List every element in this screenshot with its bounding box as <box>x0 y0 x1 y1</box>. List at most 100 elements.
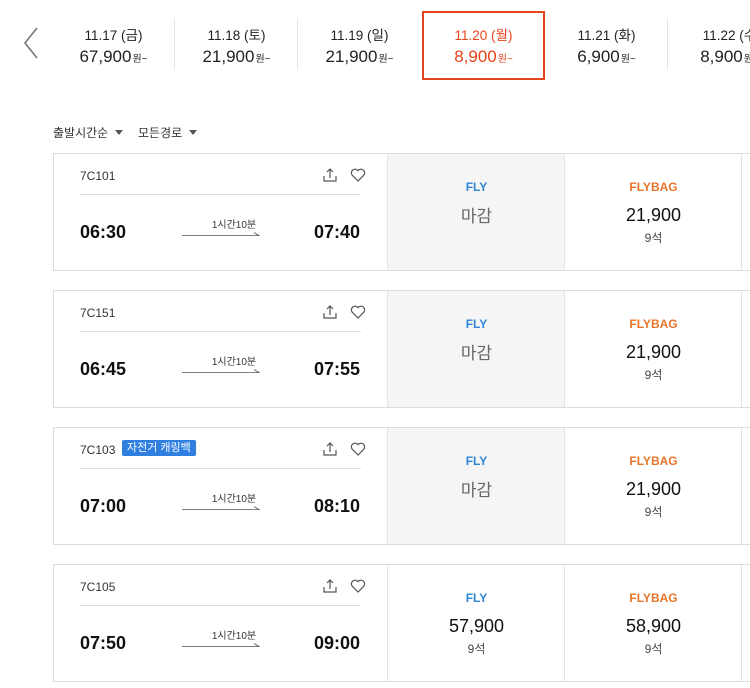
share-icon[interactable] <box>322 304 338 320</box>
fare-price: 57,900 <box>448 616 505 636</box>
flight-card: 7C103 자전거 캐링백 07:00 1시간10분 08:10 FLY 마감 … <box>53 427 750 545</box>
fare-fly: FLY 마감 <box>387 154 565 270</box>
date-tab-1117[interactable]: 11.17 (금) 67,900원~ <box>52 0 175 90</box>
date-label: 11.17 (금) <box>84 28 143 43</box>
arrival-time: 07:55 <box>314 359 361 379</box>
flight-number: 7C101 <box>80 169 116 183</box>
date-tab-1122[interactable]: 11.22 (수 8,900원~ <box>668 0 750 90</box>
fare-name: FLYBAG <box>629 317 678 331</box>
flight-info: 7C101 06:30 1시간10분 07:40 <box>54 154 387 270</box>
flight-info: 7C151 06:45 1시간10분 07:55 <box>54 291 387 407</box>
date-price: 8,900원~ <box>454 47 513 66</box>
date-tab-1120-selected[interactable]: 11.20 (월) 8,900원~ <box>422 11 545 80</box>
flight-number: 7C151 <box>80 306 116 320</box>
bicycle-carrying-bag-badge: 자전거 캐링백 <box>122 440 196 456</box>
caret-down-icon <box>115 130 124 135</box>
fare-price: 21,900 <box>625 479 682 499</box>
flight-info: 7C103 자전거 캐링백 07:00 1시간10분 08:10 <box>54 428 387 544</box>
fare-price: 21,900 <box>625 342 682 362</box>
fare-name: FLY <box>465 454 488 468</box>
fare-flybag[interactable]: FLYBAG 21,900 9석 <box>564 428 742 544</box>
fare-seats: 9석 <box>644 368 663 382</box>
sort-order-label: 출발시간순 <box>53 126 109 140</box>
arrow-right-icon <box>182 232 260 236</box>
route-filter-dropdown[interactable]: 모든경로 <box>138 124 198 141</box>
fare-flybag[interactable]: FLYBAG 21,900 9석 <box>564 291 742 407</box>
departure-time: 07:00 <box>80 496 127 516</box>
divider <box>80 331 361 332</box>
fare-closed-status: 마감 <box>460 344 493 363</box>
share-icon[interactable] <box>322 167 338 183</box>
departure-time: 06:30 <box>80 222 127 242</box>
divider <box>80 605 361 606</box>
divider <box>80 194 361 195</box>
arrow-right-icon <box>182 369 260 373</box>
fare-seats: 9석 <box>644 642 663 656</box>
flight-number: 7C105 <box>80 580 116 594</box>
fare-closed-status: 마감 <box>460 481 493 500</box>
flight-card: 7C101 06:30 1시간10분 07:40 FLY 마감 FLYBAG 2… <box>53 153 750 271</box>
arrow-right-icon <box>182 643 260 647</box>
fare-fly[interactable]: FLY 57,900 9석 <box>387 565 565 681</box>
fare-next-column <box>741 154 750 270</box>
chevron-left-icon[interactable] <box>22 26 40 60</box>
fare-price: 21,900 <box>625 205 682 225</box>
date-tab-1119[interactable]: 11.19 (일) 21,900원~ <box>298 0 421 90</box>
flight-duration: 1시간10분 <box>211 357 257 368</box>
fare-seats: 9석 <box>644 505 663 519</box>
sort-order-dropdown[interactable]: 출발시간순 <box>53 124 124 141</box>
departure-time: 07:50 <box>80 633 127 653</box>
flight-number: 7C103 <box>80 443 116 457</box>
date-label: 11.21 (화) <box>577 28 636 43</box>
fare-fly: FLY 마감 <box>387 291 565 407</box>
flight-duration: 1시간10분 <box>211 494 257 505</box>
fare-flybag[interactable]: FLYBAG 21,900 9석 <box>564 154 742 270</box>
date-tab-1118[interactable]: 11.18 (토) 21,900원~ <box>175 0 298 90</box>
divider <box>80 468 361 469</box>
share-icon[interactable] <box>322 441 338 457</box>
fare-name: FLYBAG <box>629 454 678 468</box>
fare-next-column <box>741 428 750 544</box>
date-selector: 11.17 (금) 67,900원~ 11.18 (토) 21,900원~ 11… <box>0 0 750 90</box>
fare-name: FLY <box>465 317 488 331</box>
date-price: 21,900원~ <box>325 47 394 66</box>
fare-closed-status: 마감 <box>460 207 493 226</box>
arrival-time: 08:10 <box>314 496 361 516</box>
fare-seats: 9석 <box>644 231 663 245</box>
date-tab-1121[interactable]: 11.21 (화) 6,900원~ <box>545 0 668 90</box>
departure-time: 06:45 <box>80 359 127 379</box>
date-price: 67,900원~ <box>79 47 148 66</box>
route-filter-label: 모든경로 <box>138 126 183 140</box>
flight-card: 7C105 07:50 1시간10분 09:00 FLY 57,900 9석 F… <box>53 564 750 682</box>
flight-duration: 1시간10분 <box>211 220 257 231</box>
heart-icon[interactable] <box>350 304 366 320</box>
fare-name: FLY <box>465 591 488 605</box>
flight-duration: 1시간10분 <box>211 631 257 642</box>
date-label: 11.18 (토) <box>207 28 266 43</box>
date-price: 21,900원~ <box>202 47 271 66</box>
flight-info: 7C105 07:50 1시간10분 09:00 <box>54 565 387 681</box>
arrow-right-icon <box>182 506 260 510</box>
flight-card: 7C151 06:45 1시간10분 07:55 FLY 마감 FLYBAG 2… <box>53 290 750 408</box>
date-price: 8,900원~ <box>700 47 750 66</box>
fare-name: FLYBAG <box>629 180 678 194</box>
fare-next-column <box>741 291 750 407</box>
fare-fly: FLY 마감 <box>387 428 565 544</box>
heart-icon[interactable] <box>350 578 366 594</box>
heart-icon[interactable] <box>350 441 366 457</box>
fare-name: FLYBAG <box>629 591 678 605</box>
date-label: 11.19 (일) <box>330 28 389 43</box>
fare-flybag[interactable]: FLYBAG 58,900 9석 <box>564 565 742 681</box>
fare-next-column <box>741 565 750 681</box>
fare-seats: 9석 <box>467 642 486 656</box>
arrival-time: 07:40 <box>314 222 361 242</box>
arrival-time: 09:00 <box>314 633 361 653</box>
share-icon[interactable] <box>322 578 338 594</box>
fare-name: FLY <box>465 180 488 194</box>
date-label: 11.22 (수 <box>702 28 750 43</box>
heart-icon[interactable] <box>350 167 366 183</box>
date-price: 6,900원~ <box>577 47 636 66</box>
caret-down-icon <box>189 130 198 135</box>
date-label: 11.20 (월) <box>454 28 513 43</box>
fare-price: 58,900 <box>625 616 682 636</box>
